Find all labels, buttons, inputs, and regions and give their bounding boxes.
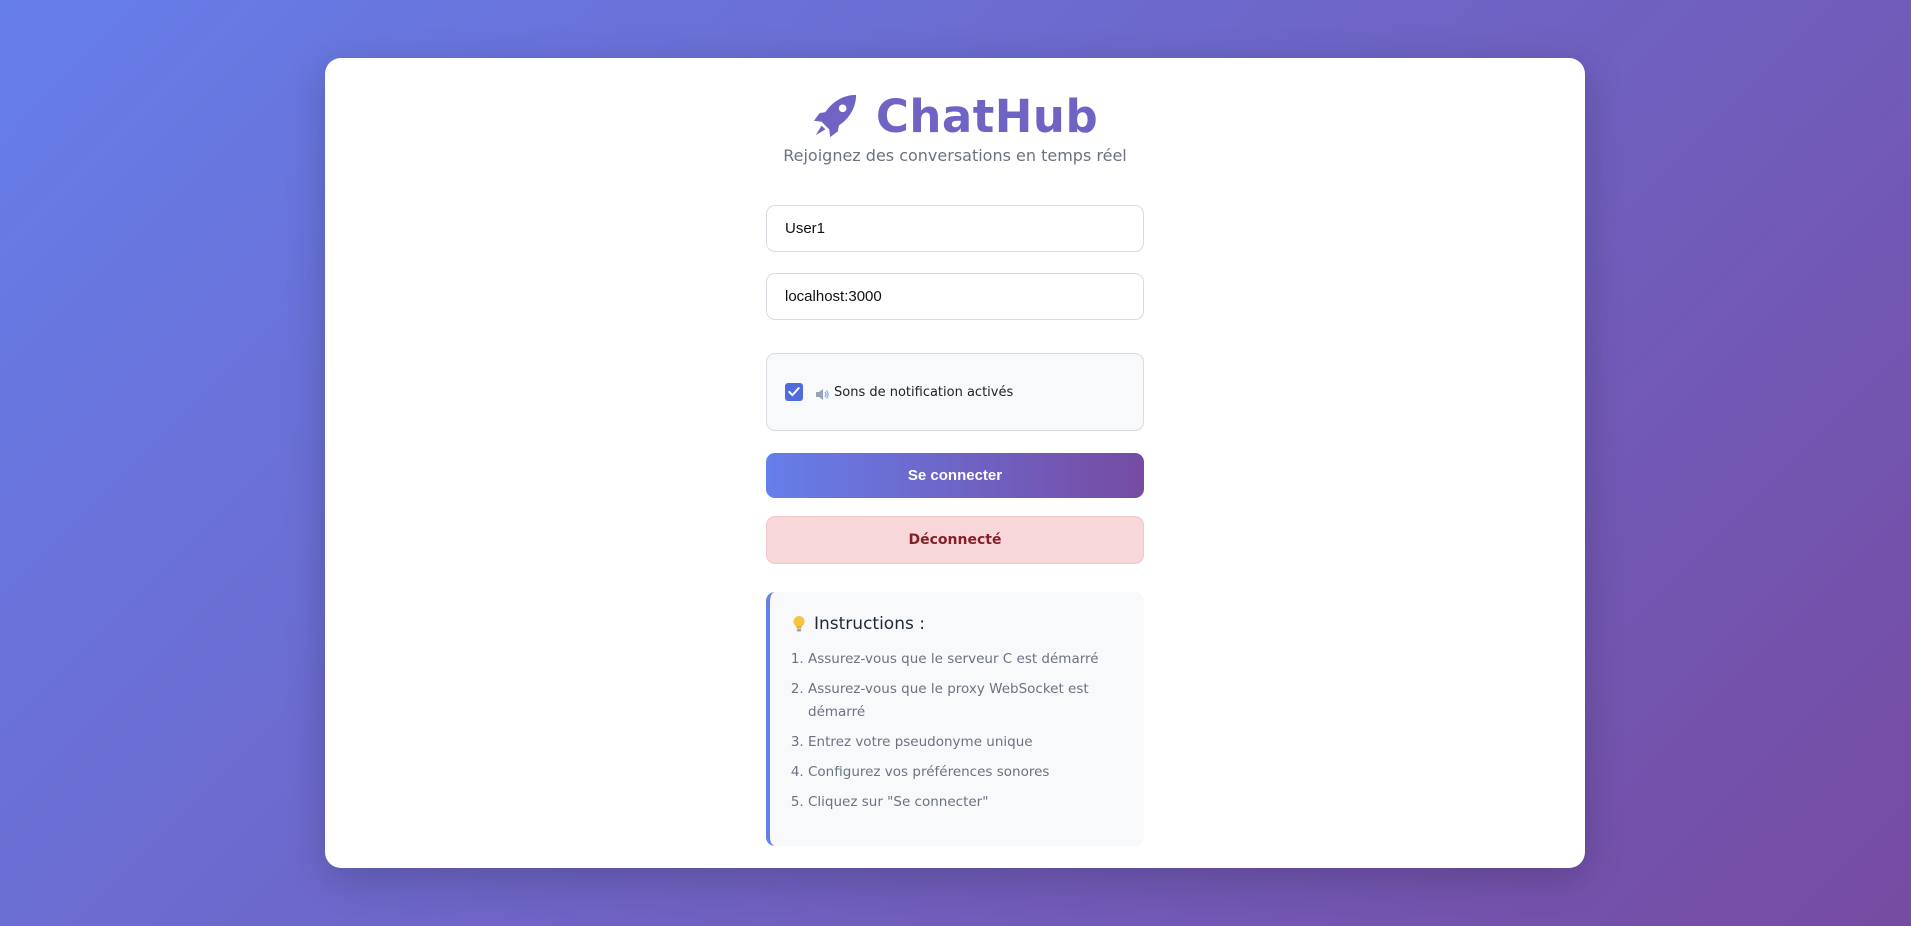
list-item: Assurez-vous que le proxy WebSocket est … <box>808 678 1124 724</box>
app-title: ChatHub <box>875 89 1099 143</box>
brand-header: ChatHub <box>325 86 1585 146</box>
instructions-list: Assurez-vous que le serveur C est démarr… <box>792 648 1124 814</box>
sound-preference-box: Sons de notification activés <box>766 353 1144 431</box>
list-item: Configurez vos préférences sonores <box>808 761 1124 784</box>
connect-button[interactable]: Se connecter <box>766 453 1144 498</box>
list-item: Assurez-vous que le serveur C est démarr… <box>808 648 1124 671</box>
connection-status-badge: Déconnecté <box>766 516 1144 564</box>
instructions-header: Instructions : <box>792 614 1124 634</box>
instructions-title: Instructions : <box>814 614 925 634</box>
list-item: Cliquez sur "Se connecter" <box>808 791 1124 814</box>
server-address-input[interactable] <box>766 273 1144 320</box>
instructions-panel: Instructions : Assurez-vous que le serve… <box>766 592 1144 846</box>
sound-label[interactable]: Sons de notification activés <box>834 385 1013 400</box>
checkmark-icon <box>788 387 800 397</box>
list-item: Entrez votre pseudonyme unique <box>808 731 1124 754</box>
app-subtitle: Rejoignez des conversations en temps rée… <box>783 146 1127 165</box>
lightbulb-icon <box>792 615 806 633</box>
login-card: ChatHub Rejoignez des conversations en t… <box>325 58 1585 868</box>
username-input[interactable] <box>766 205 1144 252</box>
rocket-icon <box>812 93 858 139</box>
sound-checkbox[interactable] <box>785 383 803 401</box>
speaker-icon <box>815 386 830 400</box>
